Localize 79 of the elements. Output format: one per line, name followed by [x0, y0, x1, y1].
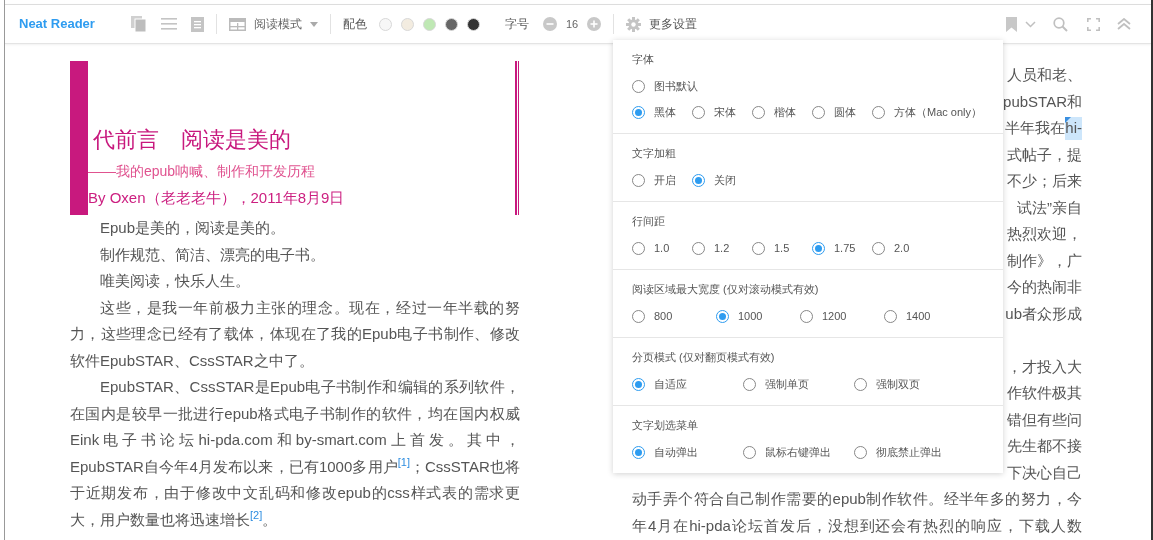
section-title: 阅读区域最大宽度 (仅对滚动模式有效) — [632, 282, 820, 297]
text-line: 今的热闹非 — [1007, 277, 1082, 297]
radio-option[interactable]: 宋体 — [692, 103, 752, 121]
font-size-value: 16 — [565, 16, 579, 32]
radio-option[interactable]: 1.75 — [812, 239, 872, 257]
font-size-label: 字号 — [504, 16, 529, 33]
plus-icon[interactable] — [587, 17, 602, 31]
paragraph: EpubSTAR、CssSTAR是Epub电子书制作和编辑的系列软件，在国内是较早一批进行epub格式电子书制作的软件，均在国内权威Eink电子书论坛hi-pda.com和by-smart.com上首发。其中，EpubSTAR自今年4月发布以来，已有1000多用户$^{[1]}$；CssSTAR也将于近期发布，由于修改中文乱码和修改epub的css样式表的需求更大，用户数量也将迅速增长$^{[2]}$。 — [70, 377, 520, 530]
more-settings-button[interactable]: 更多设置 — [626, 15, 698, 33]
caret-icon[interactable] — [309, 21, 318, 27]
text-line: 动手弄个符合自己制作需要的epub制作软件。经半年多的努力，今 — [632, 489, 1082, 509]
text-line: 热烈欢迎， — [1007, 224, 1082, 244]
text-line: 年4月在hi-pda论坛首发后，没想到还会有热烈的响应，下载人数 — [632, 515, 1082, 536]
minus-icon[interactable] — [542, 17, 557, 31]
text-line: 人员和老、 — [1007, 65, 1082, 85]
radio-option[interactable]: 楷体 — [752, 103, 812, 121]
radio-option[interactable]: 1200 — [800, 307, 884, 325]
list-icon[interactable] — [160, 17, 177, 31]
section-title: 行间距 — [632, 214, 666, 229]
radio-option[interactable]: 鼠标右键弹出 — [743, 443, 854, 461]
radio-option[interactable]: 1000 — [716, 307, 800, 325]
text-line: ，才投入大 — [1007, 356, 1082, 377]
radio-option[interactable]: 关闭 — [692, 171, 752, 189]
color-swatch[interactable] — [400, 17, 414, 31]
radio-option[interactable]: 1.5 — [752, 239, 812, 257]
color-swatch[interactable] — [422, 17, 436, 31]
document-icon[interactable] — [190, 16, 204, 32]
radio-option[interactable]: 强制双页 — [854, 375, 965, 393]
text-line: 不少；后来 — [1007, 171, 1082, 191]
color-swatch[interactable] — [466, 17, 480, 31]
radio-option[interactable]: 开启 — [632, 171, 692, 189]
radio-option[interactable]: 自适应 — [632, 375, 743, 393]
color-swatch[interactable] — [378, 17, 392, 31]
radio-option[interactable]: 圆体 — [812, 103, 872, 121]
bookmark-icon[interactable] — [1006, 16, 1017, 32]
fullscreen-icon[interactable] — [1087, 17, 1100, 31]
radio-option[interactable]: 800 — [632, 307, 716, 325]
pages-icon[interactable] — [130, 16, 147, 32]
radio-option[interactable]: 2.0 — [872, 239, 932, 257]
radio-option[interactable]: 图书默认 — [632, 77, 698, 95]
section-title: 分页模式 (仅对翻页模式有效) — [632, 350, 776, 365]
color-scheme-label: 配色 — [342, 16, 367, 33]
color-swatch[interactable] — [444, 17, 458, 31]
section-title: 文字划选菜单 — [632, 418, 699, 433]
radio-option[interactable]: 自动弹出 — [632, 443, 743, 461]
text-line: 试法”亲自 — [1017, 197, 1082, 218]
radio-option[interactable]: 强制单页 — [743, 375, 854, 393]
byline: By Oxen（老老老牛），2011年8月9日 — [87, 188, 346, 208]
text-line: 半年我在 — [1005, 118, 1066, 138]
layout-icon[interactable] — [228, 17, 246, 31]
search-icon[interactable] — [1053, 16, 1068, 32]
radio-option[interactable]: 彻底禁止弹出 — [854, 443, 965, 461]
selected-text: hi- — [1065, 117, 1082, 140]
chapter-subtitle: ——我的epub呐喊、制作和开发历程 — [87, 162, 317, 181]
text-line: 下决心自己 — [1007, 462, 1082, 483]
paragraph: 制作规范、简洁、漂亮的电子书。 — [99, 244, 326, 265]
text-line: 制作》，广 — [1007, 250, 1082, 271]
text-line: ub者众形成 — [1005, 303, 1082, 324]
text-line: pubSTAR和 — [1003, 91, 1082, 112]
radio-option[interactable]: 方体（Mac only） — [872, 103, 983, 121]
paragraph: 唯美阅读，快乐人生。 — [99, 271, 251, 291]
collapse-icon[interactable] — [1117, 18, 1131, 30]
section-title: 字体 — [632, 52, 655, 67]
reading-mode-dropdown[interactable]: 阅读模式 — [228, 15, 318, 33]
text-line: 错但有些问 — [1007, 409, 1082, 430]
app-name: Neat Reader — [19, 15, 95, 34]
chapter-title: 代前言 阅读是美的 — [93, 126, 292, 154]
radio-option[interactable]: 黑体 — [632, 103, 692, 121]
text-line: 先生都不接 — [1007, 436, 1082, 456]
text-line: 作软件极其 — [1007, 383, 1082, 403]
settings-icon[interactable] — [626, 16, 642, 32]
radio-option[interactable]: 1.0 — [632, 239, 692, 257]
radio-option[interactable]: 1400 — [884, 307, 968, 325]
text-line: 式帖子，提 — [1007, 144, 1082, 165]
chevron-down-icon[interactable] — [1025, 20, 1036, 28]
paragraph: Epub是美的，阅读是美的。 — [99, 218, 287, 238]
section-title: 文字加粗 — [632, 146, 677, 161]
paragraph: 这些，是我一年前极力主张的理念。现在，经过一年半载的努力，这些理念已经有了载体，体现在了我的Epub电子书制作、修改软件EpubSTAR、CssSTAR之中了。 — [70, 297, 520, 371]
radio-option[interactable]: 1.2 — [692, 239, 752, 257]
